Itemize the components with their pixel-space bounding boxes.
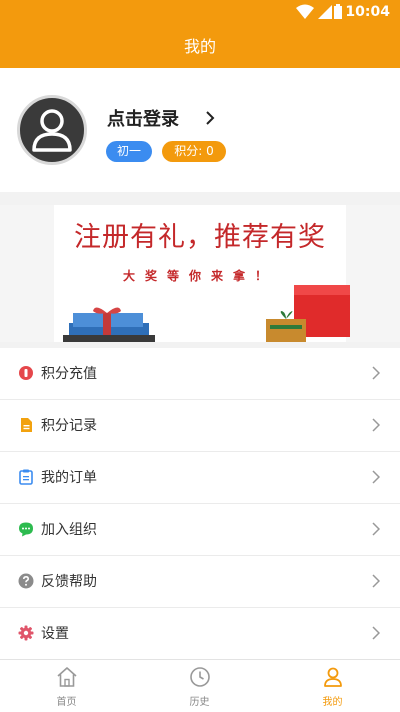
menu-list: 积分充值 积分记录 我的订单 加入组织 反馈帮助 设置: [0, 348, 400, 660]
wifi-icon: [296, 4, 314, 19]
chevron-right-icon[interactable]: [205, 111, 215, 125]
tab-label: 历史: [189, 697, 210, 708]
menu-item-label: 我的订单: [41, 470, 97, 486]
login-link[interactable]: 点击登录: [107, 105, 179, 131]
order-list-icon: [19, 469, 33, 485]
menu-item-join-group[interactable]: 加入组织: [0, 504, 400, 556]
menu-item-recharge[interactable]: 积分充值: [0, 348, 400, 400]
menu-item-label: 反馈帮助: [41, 574, 97, 590]
signal-icon: [318, 5, 332, 19]
chevron-right-icon: [372, 418, 380, 432]
status-icons: [296, 4, 342, 20]
chat-bubble-icon: [19, 522, 33, 537]
menu-item-points-record[interactable]: 积分记录: [0, 400, 400, 452]
gear-icon: [18, 625, 34, 641]
help-icon: [18, 573, 34, 589]
user-avatar-icon: [32, 109, 72, 152]
status-bar: 10:04: [0, 0, 400, 26]
menu-item-settings[interactable]: 设置: [0, 608, 400, 660]
chevron-right-icon: [372, 470, 380, 484]
chevron-right-icon: [372, 522, 380, 536]
menu-item-label: 加入组织: [41, 522, 97, 538]
chevron-right-icon: [372, 574, 380, 588]
banner-subtitle: 大奖等你来拿！: [122, 269, 277, 283]
page-title: 我的: [0, 26, 400, 68]
gift-box-icon: [63, 307, 155, 342]
points-badge: 积分: 0: [162, 141, 226, 162]
profile-card: 点击登录 初一 积分: 0: [0, 68, 400, 192]
battery-icon: [334, 4, 342, 19]
menu-item-orders[interactable]: 我的订单: [0, 452, 400, 504]
home-icon: [57, 667, 77, 687]
tab-label: 我的: [322, 697, 343, 708]
status-time: 10:04: [345, 4, 390, 20]
menu-item-label: 积分充值: [41, 366, 97, 382]
avatar[interactable]: [17, 95, 87, 165]
chevron-right-icon: [372, 366, 380, 380]
promo-banner[interactable]: 注册有礼，推荐有奖 大奖等你来拿！: [0, 205, 400, 342]
level-badge: 初一: [106, 141, 152, 162]
menu-item-label: 积分记录: [41, 418, 97, 434]
bottom-tab-bar: 首页 历史 我的: [0, 659, 400, 712]
menu-item-feedback[interactable]: 反馈帮助: [0, 556, 400, 608]
tab-label: 首页: [56, 697, 77, 708]
banner-title: 注册有礼，推荐有奖: [74, 222, 326, 253]
chevron-right-icon: [372, 626, 380, 640]
gift-box-red-icon: [266, 285, 350, 342]
tab-mine[interactable]: 我的: [266, 660, 399, 712]
menu-item-label: 设置: [41, 626, 69, 642]
tab-home[interactable]: 首页: [0, 660, 133, 712]
user-icon: [324, 667, 342, 687]
tab-history[interactable]: 历史: [133, 660, 266, 712]
clock-icon: [190, 667, 210, 687]
document-icon: [21, 418, 32, 432]
coin-icon: [19, 366, 33, 380]
